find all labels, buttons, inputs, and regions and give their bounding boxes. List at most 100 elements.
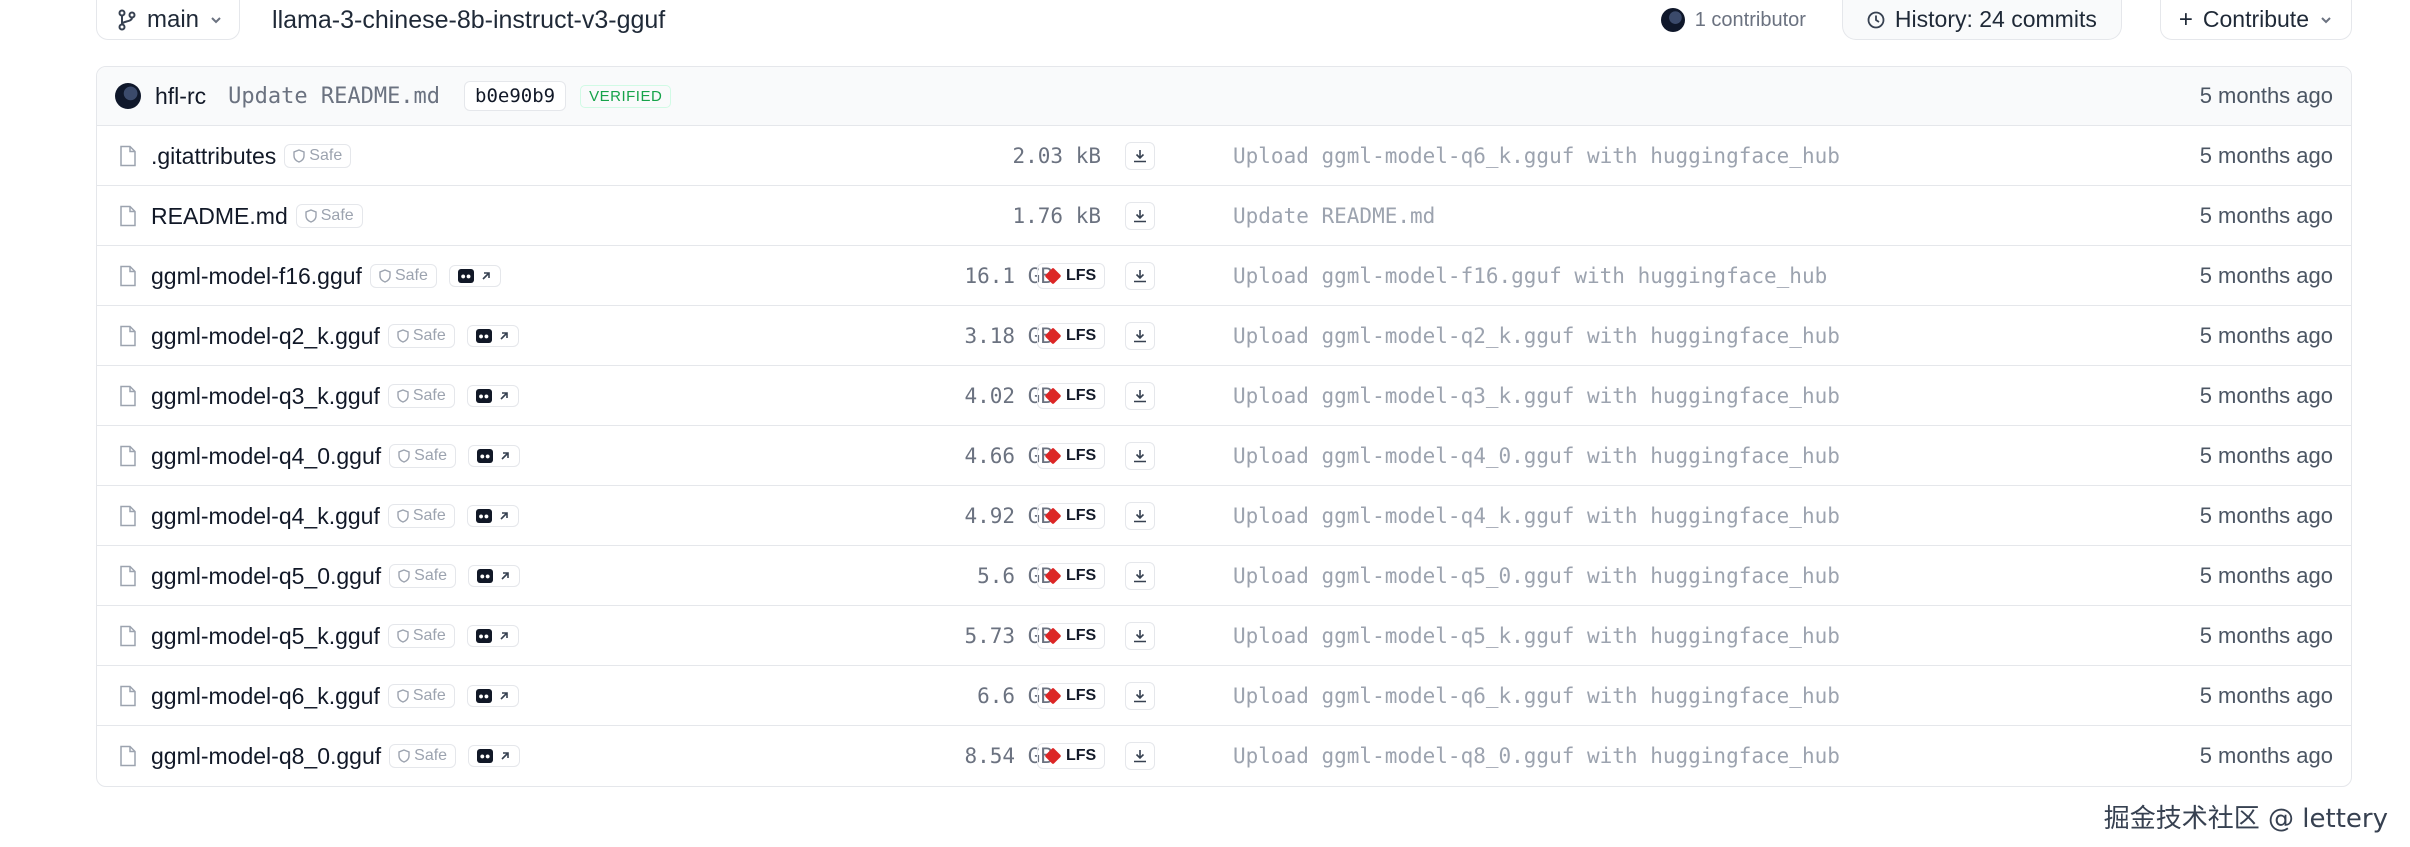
file-commit-time: 5 months ago <box>2199 203 2333 228</box>
safe-badge[interactable]: Safe <box>387 624 455 648</box>
lfs-badge[interactable]: LFS <box>1037 263 1106 289</box>
file-commit-message[interactable]: Upload ggml-model-q8_0.gguf with hugging… <box>1233 726 1840 786</box>
file-row: ggml-model-q3_k.gguf Safe ●● 4.02 GB LFS Uplo… <box>97 366 2351 426</box>
history-button[interactable]: History: 24 commits <box>1841 0 2122 40</box>
commit-message[interactable]: Update README.md <box>228 84 440 109</box>
file-commit-message[interactable]: Upload ggml-model-f16.gguf with huggingf… <box>1233 246 1827 306</box>
file-table: hfl-rc Update README.md b0e90b9 VERIFIED… <box>96 66 2352 787</box>
lfs-badge[interactable]: LFS <box>1037 383 1106 409</box>
file-name-link[interactable]: ggml-model-q3_k.gguf <box>151 383 380 410</box>
file-commit-message[interactable]: Upload ggml-model-q6_k.gguf with hugging… <box>1233 126 1840 186</box>
download-button[interactable] <box>1125 142 1155 170</box>
file-name-link[interactable]: ggml-model-q6_k.gguf <box>151 683 380 710</box>
open-in-app-button[interactable]: ●● <box>468 565 521 587</box>
safe-badge[interactable]: Safe <box>387 504 455 528</box>
repo-path: llama-3-chinese-8b-instruct-v3-gguf <box>272 5 666 34</box>
lfs-badge[interactable]: LFS <box>1037 503 1106 529</box>
open-in-app-button[interactable]: ●● <box>466 625 519 647</box>
download-button[interactable] <box>1125 622 1155 650</box>
file-row: ggml-model-f16.gguf Safe ●● 16.1 GB LFS Uploa… <box>97 246 2351 306</box>
file-commit-message[interactable]: Update README.md <box>1233 186 1435 246</box>
safe-label: Safe <box>412 627 446 644</box>
safe-badge[interactable]: Safe <box>295 204 363 228</box>
open-in-app-button[interactable]: ●● <box>466 505 519 527</box>
file-commit-message[interactable]: Upload ggml-model-q4_0.gguf with hugging… <box>1233 426 1840 486</box>
file-commit-message[interactable]: Upload ggml-model-q5_0.gguf with hugging… <box>1233 546 1840 606</box>
file-name-link[interactable]: ggml-model-q4_0.gguf <box>151 443 381 470</box>
download-button[interactable] <box>1125 442 1155 470</box>
safe-badge[interactable]: Safe <box>369 264 437 288</box>
file-name-link[interactable]: ggml-model-f16.gguf <box>151 263 362 290</box>
author-avatar[interactable] <box>115 83 141 109</box>
download-button[interactable] <box>1125 682 1155 710</box>
external-link-icon <box>482 272 490 280</box>
safe-badge[interactable]: Safe <box>389 564 457 588</box>
file-icon <box>120 685 136 707</box>
app-logo-icon: ●● <box>477 569 494 583</box>
plus-icon: + <box>2178 5 2193 33</box>
file-name-group: ggml-model-q8_0.gguf Safe ●● <box>151 726 521 786</box>
lfs-badge[interactable]: LFS <box>1037 743 1106 769</box>
file-name-link[interactable]: ggml-model-q2_k.gguf <box>151 323 380 350</box>
branch-name: main <box>147 5 200 33</box>
download-icon <box>1134 750 1146 763</box>
file-commit-message[interactable]: Upload ggml-model-q4_k.gguf with hugging… <box>1233 486 1840 546</box>
app-logo-icon: ●● <box>475 629 492 643</box>
lfs-badge[interactable]: LFS <box>1037 323 1106 349</box>
contributor-avatar <box>1660 8 1685 32</box>
last-commit-row: hfl-rc Update README.md b0e90b9 VERIFIED… <box>97 67 2351 126</box>
lfs-badge[interactable]: LFS <box>1037 623 1106 649</box>
download-button[interactable] <box>1125 382 1155 410</box>
file-icon <box>120 745 136 767</box>
download-button[interactable] <box>1125 742 1155 770</box>
file-commit-time: 5 months ago <box>2199 563 2333 588</box>
lfs-cube-icon <box>1044 687 1062 705</box>
open-in-app-button[interactable]: ●● <box>468 445 521 467</box>
file-name-link[interactable]: .gitattributes <box>151 143 276 170</box>
lfs-label: LFS <box>1066 507 1097 524</box>
open-in-app-button[interactable]: ●● <box>466 325 519 347</box>
file-name-group: README.md Safe <box>151 186 363 246</box>
git-branch-icon <box>118 9 136 30</box>
safe-badge[interactable]: Safe <box>387 684 455 708</box>
file-commit-message[interactable]: Upload ggml-model-q2_k.gguf with hugging… <box>1233 306 1840 366</box>
file-commit-time: 5 months ago <box>2199 383 2333 408</box>
branch-selector-button[interactable]: main <box>96 0 241 40</box>
file-name-link[interactable]: README.md <box>151 203 288 230</box>
file-name-link[interactable]: ggml-model-q8_0.gguf <box>151 743 381 770</box>
lfs-badge[interactable]: LFS <box>1037 683 1106 709</box>
file-commit-message[interactable]: Upload ggml-model-q5_k.gguf with hugging… <box>1233 606 1840 666</box>
file-name-link[interactable]: ggml-model-q5_k.gguf <box>151 623 380 650</box>
open-in-app-button[interactable]: ●● <box>448 265 501 287</box>
file-icon <box>120 385 136 407</box>
commit-author[interactable]: hfl-rc <box>155 83 206 110</box>
download-button[interactable] <box>1125 562 1155 590</box>
open-in-app-button[interactable]: ●● <box>466 385 519 407</box>
lfs-badge[interactable]: LFS <box>1037 443 1106 469</box>
download-button[interactable] <box>1125 322 1155 350</box>
file-commit-message[interactable]: Upload ggml-model-q3_k.gguf with hugging… <box>1233 366 1840 426</box>
download-button[interactable] <box>1125 262 1155 290</box>
shield-icon <box>397 329 409 343</box>
safe-badge[interactable]: Safe <box>387 324 455 348</box>
app-logo-icon: ●● <box>457 269 474 283</box>
file-commit-message[interactable]: Upload ggml-model-q6_k.gguf with hugging… <box>1233 666 1840 726</box>
contributors-link[interactable]: 1 contributor <box>1660 8 1806 32</box>
file-name-link[interactable]: ggml-model-q5_0.gguf <box>151 563 381 590</box>
download-button[interactable] <box>1125 502 1155 530</box>
contribute-button[interactable]: + Contribute <box>2159 0 2352 40</box>
open-in-app-button[interactable]: ●● <box>466 685 519 707</box>
lfs-badge[interactable]: LFS <box>1037 563 1106 589</box>
contributors-count: 1 contributor <box>1694 8 1806 31</box>
shield-icon <box>398 449 410 463</box>
lfs-label: LFS <box>1066 567 1097 584</box>
open-in-app-button[interactable]: ●● <box>468 745 521 767</box>
file-name-link[interactable]: ggml-model-q4_k.gguf <box>151 503 380 530</box>
download-button[interactable] <box>1125 202 1155 230</box>
commit-hash[interactable]: b0e90b9 <box>464 81 567 111</box>
safe-badge[interactable]: Safe <box>389 444 457 468</box>
safe-badge[interactable]: Safe <box>387 384 455 408</box>
safe-badge[interactable]: Safe <box>389 744 457 768</box>
safe-badge[interactable]: Safe <box>284 144 352 168</box>
download-icon <box>1134 270 1146 283</box>
